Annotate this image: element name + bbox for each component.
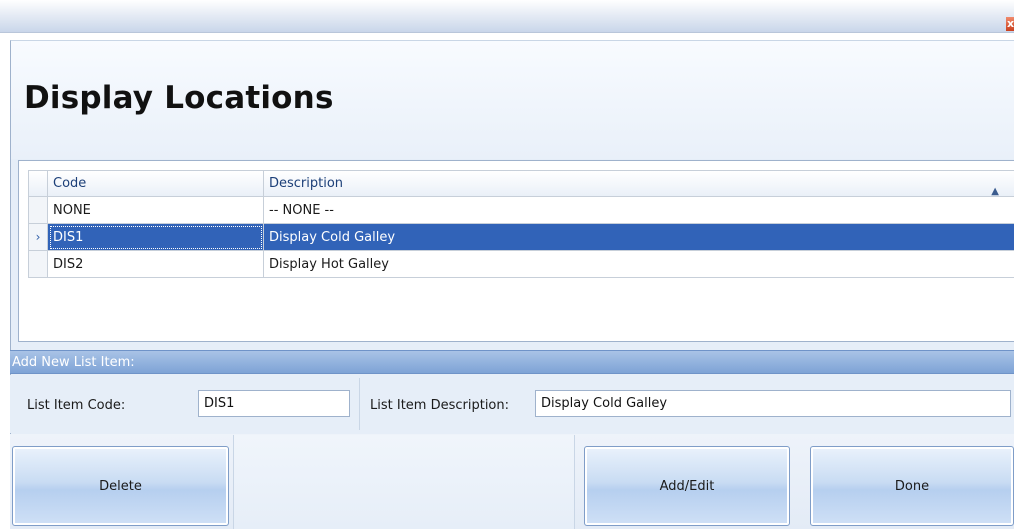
table-row[interactable]: NONE -- NONE -- — [28, 197, 1014, 224]
form-divider — [359, 378, 360, 430]
list-item-code-label: List Item Code: — [27, 398, 126, 413]
add-new-item-section-header: Add New List Item: — [10, 350, 1014, 374]
row-indicator-cell[interactable] — [28, 251, 48, 278]
current-row-arrow-icon: › — [35, 230, 41, 244]
close-icon[interactable]: x — [1006, 17, 1014, 31]
locations-grid: Code Description ▲ NONE -- NONE -- › DIS… — [18, 160, 1014, 342]
add-edit-button[interactable]: Add/Edit — [584, 446, 790, 526]
delete-button[interactable]: Delete — [12, 446, 229, 526]
button-spacer-panel — [233, 435, 575, 529]
cell-code[interactable]: DIS1 — [48, 224, 264, 251]
cell-description[interactable]: Display Hot Galley — [264, 251, 1014, 278]
table-row[interactable]: DIS2 Display Hot Galley — [28, 251, 1014, 278]
column-header-description[interactable]: Description ▲ — [264, 170, 1014, 197]
grid-header-row: Code Description ▲ — [28, 170, 1014, 197]
cell-code[interactable]: DIS2 — [48, 251, 264, 278]
table-row-selected[interactable]: › DIS1 Display Cold Galley — [28, 224, 1014, 251]
sort-ascending-icon: ▲ — [991, 186, 999, 197]
column-header-description-label: Description — [269, 176, 344, 191]
done-button[interactable]: Done — [810, 446, 1014, 526]
cell-code[interactable]: NONE — [48, 197, 264, 224]
row-indicator-cell[interactable] — [28, 197, 48, 224]
list-item-description-label: List Item Description: — [370, 398, 510, 413]
row-indicator-cell[interactable]: › — [28, 224, 48, 251]
list-item-code-field[interactable] — [198, 390, 350, 417]
list-item-description-field[interactable] — [535, 390, 1011, 417]
cell-description[interactable]: -- NONE -- — [264, 197, 1014, 224]
cell-description[interactable]: Display Cold Galley — [264, 224, 1014, 251]
page-title: Display Locations — [24, 80, 334, 116]
window-titlebar: x — [0, 0, 1014, 33]
grid-header-indicator-cell — [28, 170, 48, 197]
column-header-code[interactable]: Code — [48, 170, 264, 197]
